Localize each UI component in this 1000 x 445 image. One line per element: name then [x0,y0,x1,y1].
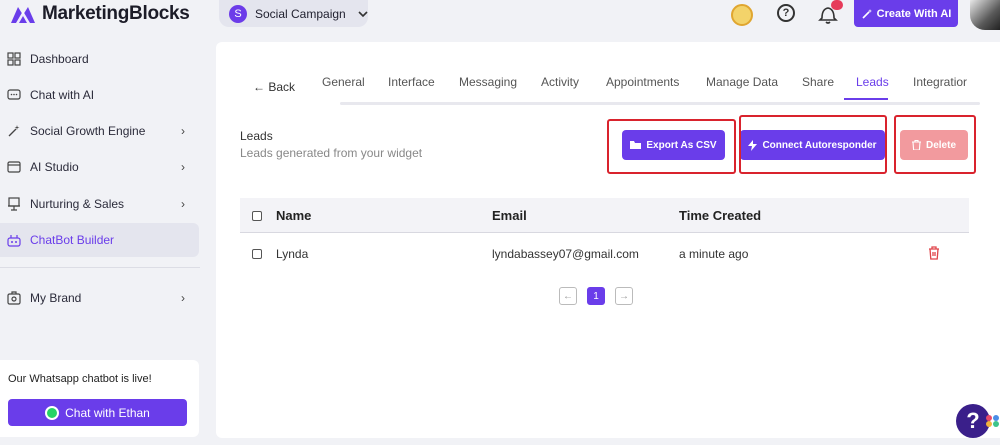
highlight-box-delete [894,115,976,174]
magic-wand-icon [862,8,872,19]
back-link[interactable]: ← Back [253,80,295,94]
tab-bar: ← Back General Interface Messaging Activ… [241,72,983,105]
grid-icon [6,51,22,67]
user-avatar[interactable] [970,0,1000,30]
sidebar-item-ai-studio[interactable]: AI Studio › [0,150,199,184]
chevron-right-icon: › [181,124,185,138]
magic-wand-icon [6,123,22,139]
brand-icon [6,290,22,306]
top-bar: MarketingBlocks S Social Campaign ? Crea… [0,0,1000,36]
sidebar-item-label: My Brand [30,291,82,305]
colorful-dots-icon [986,415,999,427]
previous-page-button[interactable]: ← [559,287,577,305]
lead-email: lyndabassey07@gmail.com [492,247,639,261]
lead-name: Lynda [276,247,309,261]
sidebar-item-social-growth-engine[interactable]: Social Growth Engine › [0,114,199,148]
next-page-button[interactable]: → [615,287,633,305]
brand-logo[interactable]: MarketingBlocks [10,0,190,28]
logo-mark-icon [11,7,35,23]
sidebar-item-nurturing-sales[interactable]: Nurturing & Sales › [0,187,199,221]
tab-messaging[interactable]: Messaging [459,75,517,89]
help-icon[interactable]: ? [777,4,795,22]
column-header-name[interactable]: Name [276,208,311,223]
tab-appointments[interactable]: Appointments [606,75,679,89]
tab-integrations[interactable]: Integratior [913,75,967,89]
sidebar-item-label: Dashboard [30,52,89,66]
robot-icon [6,232,22,248]
sidebar-item-label: Social Growth Engine [30,124,146,138]
brand-name: MarketingBlocks [42,3,190,24]
campaign-selector[interactable]: S Social Campaign [219,0,368,27]
highlight-box-export [607,119,736,174]
chat-with-ethan-button[interactable]: Chat with Ethan [8,399,187,426]
tab-interface[interactable]: Interface [388,75,435,89]
section-title: Leads [240,129,273,143]
tab-general[interactable]: General [322,75,365,89]
sidebar: Dashboard Chat with AI Social Growth Eng… [0,36,210,445]
sidebar-item-dashboard[interactable]: Dashboard [0,42,199,76]
sidebar-item-chatbot-builder[interactable]: ChatBot Builder [0,223,199,257]
page-number-button[interactable]: 1 [587,287,605,305]
chevron-right-icon: › [181,291,185,305]
sidebar-item-my-brand[interactable]: My Brand › [0,281,199,315]
column-header-email[interactable]: Email [492,208,527,223]
chevron-right-icon: › [181,160,185,174]
sidebar-item-label: Chat with AI [30,88,95,102]
create-with-ai-button[interactable]: Create With AI [854,0,958,27]
chat-with-ethan-label: Chat with Ethan [65,405,150,420]
tab-leads[interactable]: Leads [856,75,889,89]
select-all-checkbox[interactable] [252,211,262,221]
row-checkbox[interactable] [252,249,262,259]
pagination: ← 1 → [559,287,633,305]
chat-icon [6,87,22,103]
section-subtitle: Leads generated from your widget [240,146,423,160]
sidebar-item-label: AI Studio [30,160,79,174]
ai-studio-icon [6,159,22,175]
tab-manage-data[interactable]: Manage Data [706,75,778,89]
main-panel: ← Back General Interface Messaging Activ… [216,42,1000,438]
sidebar-item-chat-with-ai[interactable]: Chat with AI [0,78,199,112]
chevron-down-icon [358,10,368,17]
tab-activity[interactable]: Activity [541,75,579,89]
sidebar-item-label: ChatBot Builder [30,233,115,247]
tab-scrollbar[interactable] [340,102,980,105]
table-row: Lynda lyndabassey07@gmail.com a minute a… [240,239,969,271]
tab-share[interactable]: Share [802,75,834,89]
whatsapp-icon [45,405,60,420]
active-tab-underline [844,98,888,100]
column-header-time-created[interactable]: Time Created [679,208,761,223]
whatsapp-promo-card: Our Whatsapp chatbot is live! Chat with … [0,360,199,437]
campaign-avatar: S [229,4,247,23]
sidebar-divider [0,267,200,268]
create-with-ai-label: Create With AI [876,7,952,20]
chevron-right-icon: › [181,197,185,211]
presentation-icon [6,196,22,212]
campaign-name: Social Campaign [255,6,346,21]
table-header: Name Email Time Created [240,198,969,233]
trash-icon[interactable] [928,246,940,260]
lead-time-created: a minute ago [679,247,749,261]
promo-text: Our Whatsapp chatbot is live! [8,373,152,385]
sidebar-item-label: Nurturing & Sales [30,197,125,211]
highlight-box-connect [739,115,887,174]
notification-badge [831,0,843,10]
award-badge-icon[interactable] [731,4,753,26]
